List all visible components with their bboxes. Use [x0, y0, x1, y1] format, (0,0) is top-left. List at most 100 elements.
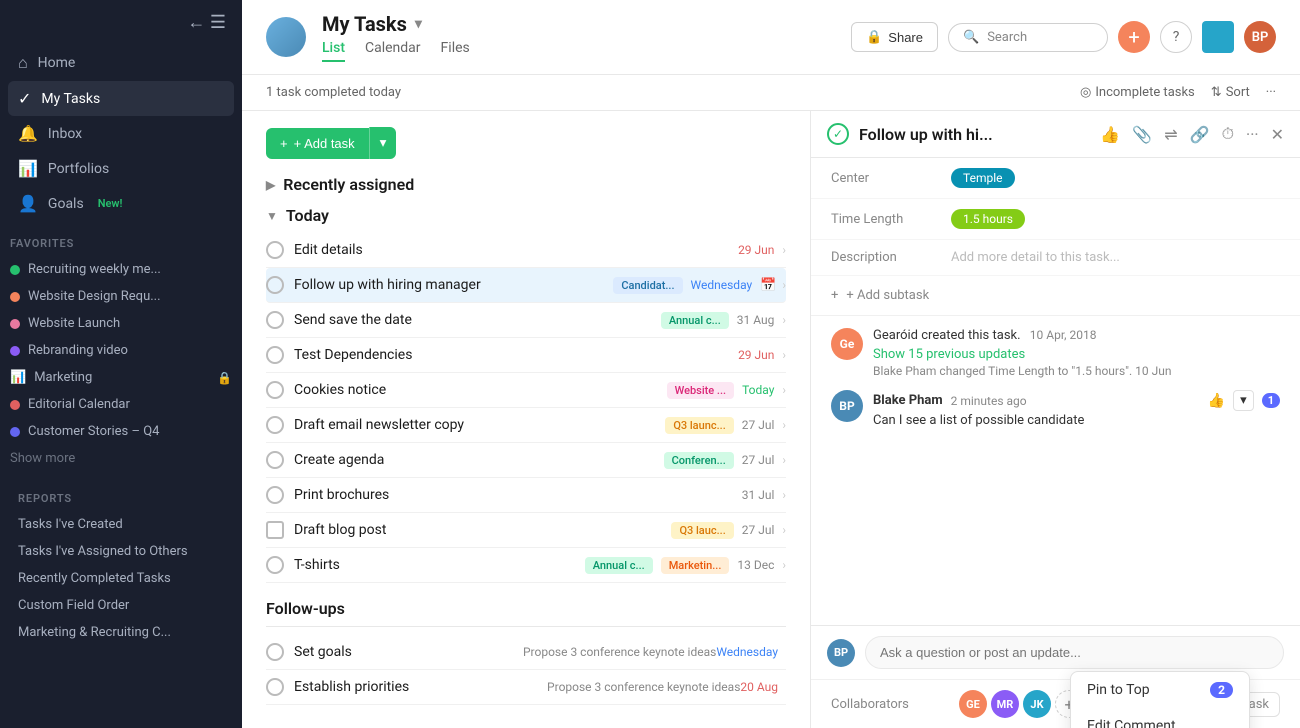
favorite-item-rebranding[interactable]: Rebranding video [0, 337, 242, 364]
toolbar-right: ◎ Incomplete tasks ⇅ Sort ··· [1080, 85, 1276, 100]
more-options-button[interactable]: ··· [1266, 85, 1276, 100]
search-bar[interactable]: 🔍 Search [948, 23, 1108, 52]
task-row[interactable]: Draft blog post Q3 lauc... 27 Jul › [266, 513, 786, 548]
task-checkbox[interactable] [266, 556, 284, 574]
followup-task-row[interactable]: Establish priorities Propose 3 conferenc… [266, 670, 786, 705]
add-subtask-button[interactable]: + + Add subtask [811, 276, 1300, 315]
show-previous-updates-button[interactable]: Show 15 previous updates [873, 347, 1025, 362]
dependency-button[interactable]: ⇌ [1164, 125, 1177, 144]
comment-like-button[interactable]: 👍 [1208, 393, 1225, 409]
activity-time: 10 Apr, 2018 [1030, 328, 1097, 342]
task-checkbox[interactable] [266, 416, 284, 434]
task-tag: Annual c... [585, 557, 653, 574]
show-more-button[interactable]: Show more [0, 445, 242, 472]
toolbar: 1 task completed today ◎ Incomplete task… [242, 75, 1300, 111]
link-button[interactable]: 🔗 [1190, 125, 1210, 144]
task-row[interactable]: Draft email newsletter copy Q3 launc... … [266, 408, 786, 443]
field-value-center[interactable]: Temple [951, 168, 1015, 188]
sidebar-toggle-button[interactable]: ← ☰ [187, 12, 226, 33]
report-label: Tasks I've Created [18, 517, 123, 532]
task-checkbox[interactable] [266, 643, 284, 661]
title-chevron-icon[interactable]: ▾ [415, 16, 422, 32]
task-row[interactable]: Test Dependencies 29 Jun › [266, 338, 786, 373]
avatar-initials: Ge [840, 337, 855, 351]
tab-files[interactable]: Files [441, 40, 470, 62]
favorite-item-website-launch[interactable]: Website Launch [0, 310, 242, 337]
like-button[interactable]: 👍 [1100, 125, 1120, 144]
task-row[interactable]: Create agenda Conferen... 27 Jul › [266, 443, 786, 478]
sidebar-item-portfolios[interactable]: 📊 Portfolios [8, 151, 234, 186]
task-name: Establish priorities [294, 679, 539, 695]
favorite-dot [10, 265, 20, 275]
task-detail-arrow-icon: › [782, 488, 786, 502]
tab-list[interactable]: List [322, 40, 345, 62]
reports-section: Reports Tasks I've Created Tasks I've As… [0, 480, 242, 646]
section-recently-assigned[interactable]: ▶ Recently assigned [266, 175, 786, 194]
field-value-description[interactable]: Add more detail to this task... [951, 250, 1120, 265]
page-header: My Tasks ▾ List Calendar Files 🔒 Share 🔍… [242, 0, 1300, 75]
task-checkbox[interactable] [266, 311, 284, 329]
task-checkbox[interactable] [266, 486, 284, 504]
more-options-button[interactable]: ··· [1246, 125, 1259, 144]
sidebar-item-inbox[interactable]: 🔔 Inbox [8, 116, 234, 151]
task-row[interactable]: Cookies notice Website ... Today › [266, 373, 786, 408]
comment-row: BP Blake Pham 2 minutes ago 👍 ▾ 1 [831, 390, 1280, 428]
task-row-selected[interactable]: Follow up with hiring manager Candidat..… [266, 268, 786, 303]
section-today[interactable]: ▼ Today [266, 206, 786, 225]
share-button[interactable]: 🔒 Share [851, 22, 938, 52]
task-checkbox[interactable] [266, 521, 284, 539]
tab-calendar[interactable]: Calendar [365, 40, 421, 62]
task-tag: Annual c... [661, 312, 729, 329]
attach-button[interactable]: 📎 [1132, 125, 1152, 144]
add-task-dropdown-button[interactable]: ▾ [369, 127, 397, 159]
favorite-item-website-design[interactable]: Website Design Requ... [0, 283, 242, 310]
favorite-item-recruiting[interactable]: Recruiting weekly me... [0, 256, 242, 283]
task-detail-arrow-icon: › [782, 348, 786, 362]
report-item-marketing-recruiting[interactable]: Marketing & Recruiting C... [8, 619, 234, 646]
page-title: My Tasks ▾ [322, 12, 835, 36]
collaborator-avatar: GE [959, 690, 987, 718]
sidebar-item-goals[interactable]: 👤 Goals New! [8, 186, 234, 221]
sidebar-item-home[interactable]: ⌂ Home [8, 45, 234, 81]
timer-button[interactable]: ⏱ [1222, 124, 1234, 144]
report-item-completed[interactable]: Recently Completed Tasks [8, 565, 234, 592]
user-profile-avatar[interactable]: BP [1244, 21, 1276, 53]
favorites-list: Recruiting weekly me... Website Design R… [0, 256, 242, 445]
task-checkbox[interactable] [266, 276, 284, 294]
report-item-created[interactable]: Tasks I've Created [8, 511, 234, 538]
report-item-assigned[interactable]: Tasks I've Assigned to Others [8, 538, 234, 565]
sidebar-item-my-tasks[interactable]: ✓ My Tasks [8, 81, 234, 116]
task-checkbox[interactable] [266, 346, 284, 364]
task-checkbox[interactable] [266, 451, 284, 469]
comment-count-badge: 1 [1262, 393, 1280, 408]
task-subtask-hint: Propose 3 conference keynote ideas [523, 645, 716, 659]
favorite-item-customer-stories[interactable]: Customer Stories – Q4 [0, 418, 242, 445]
add-task-button[interactable]: + + Add task [266, 128, 369, 159]
task-row[interactable]: T-shirts Annual c... Marketin... 13 Dec … [266, 548, 786, 583]
task-checkbox[interactable] [266, 678, 284, 696]
task-due-date: 27 Jul [742, 453, 775, 467]
task-row[interactable]: Edit details 29 Jun › [266, 233, 786, 268]
comment-text: Can I see a list of possible candidate [873, 413, 1280, 428]
incomplete-tasks-button[interactable]: ◎ Incomplete tasks [1080, 85, 1195, 100]
plus-icon: + [280, 136, 288, 151]
task-complete-button[interactable]: ✓ [827, 123, 849, 145]
task-checkbox[interactable] [266, 381, 284, 399]
favorite-item-editorial[interactable]: Editorial Calendar [0, 391, 242, 418]
comment-input-field[interactable] [865, 636, 1284, 669]
search-placeholder: Search [987, 30, 1027, 45]
report-item-custom-field[interactable]: Custom Field Order [8, 592, 234, 619]
task-checkbox[interactable] [266, 241, 284, 259]
favorite-item-marketing[interactable]: 📊 Marketing 🔒 [0, 364, 242, 391]
task-tag: Marketin... [661, 557, 730, 574]
sort-button[interactable]: ⇅ Sort [1211, 85, 1250, 100]
task-row[interactable]: Print brochures 31 Jul › [266, 478, 786, 513]
field-value-time-length[interactable]: 1.5 hours [951, 209, 1025, 229]
followup-task-row[interactable]: Set goals Propose 3 conference keynote i… [266, 635, 786, 670]
close-button[interactable]: ✕ [1271, 125, 1284, 144]
comment-dropdown-button[interactable]: ▾ [1233, 390, 1254, 411]
add-button[interactable]: + [1118, 21, 1150, 53]
task-row[interactable]: Send save the date Annual c... 31 Aug › [266, 303, 786, 338]
help-button[interactable]: ? [1160, 21, 1192, 53]
detail-panel-title: Follow up with hi... [859, 125, 1090, 144]
